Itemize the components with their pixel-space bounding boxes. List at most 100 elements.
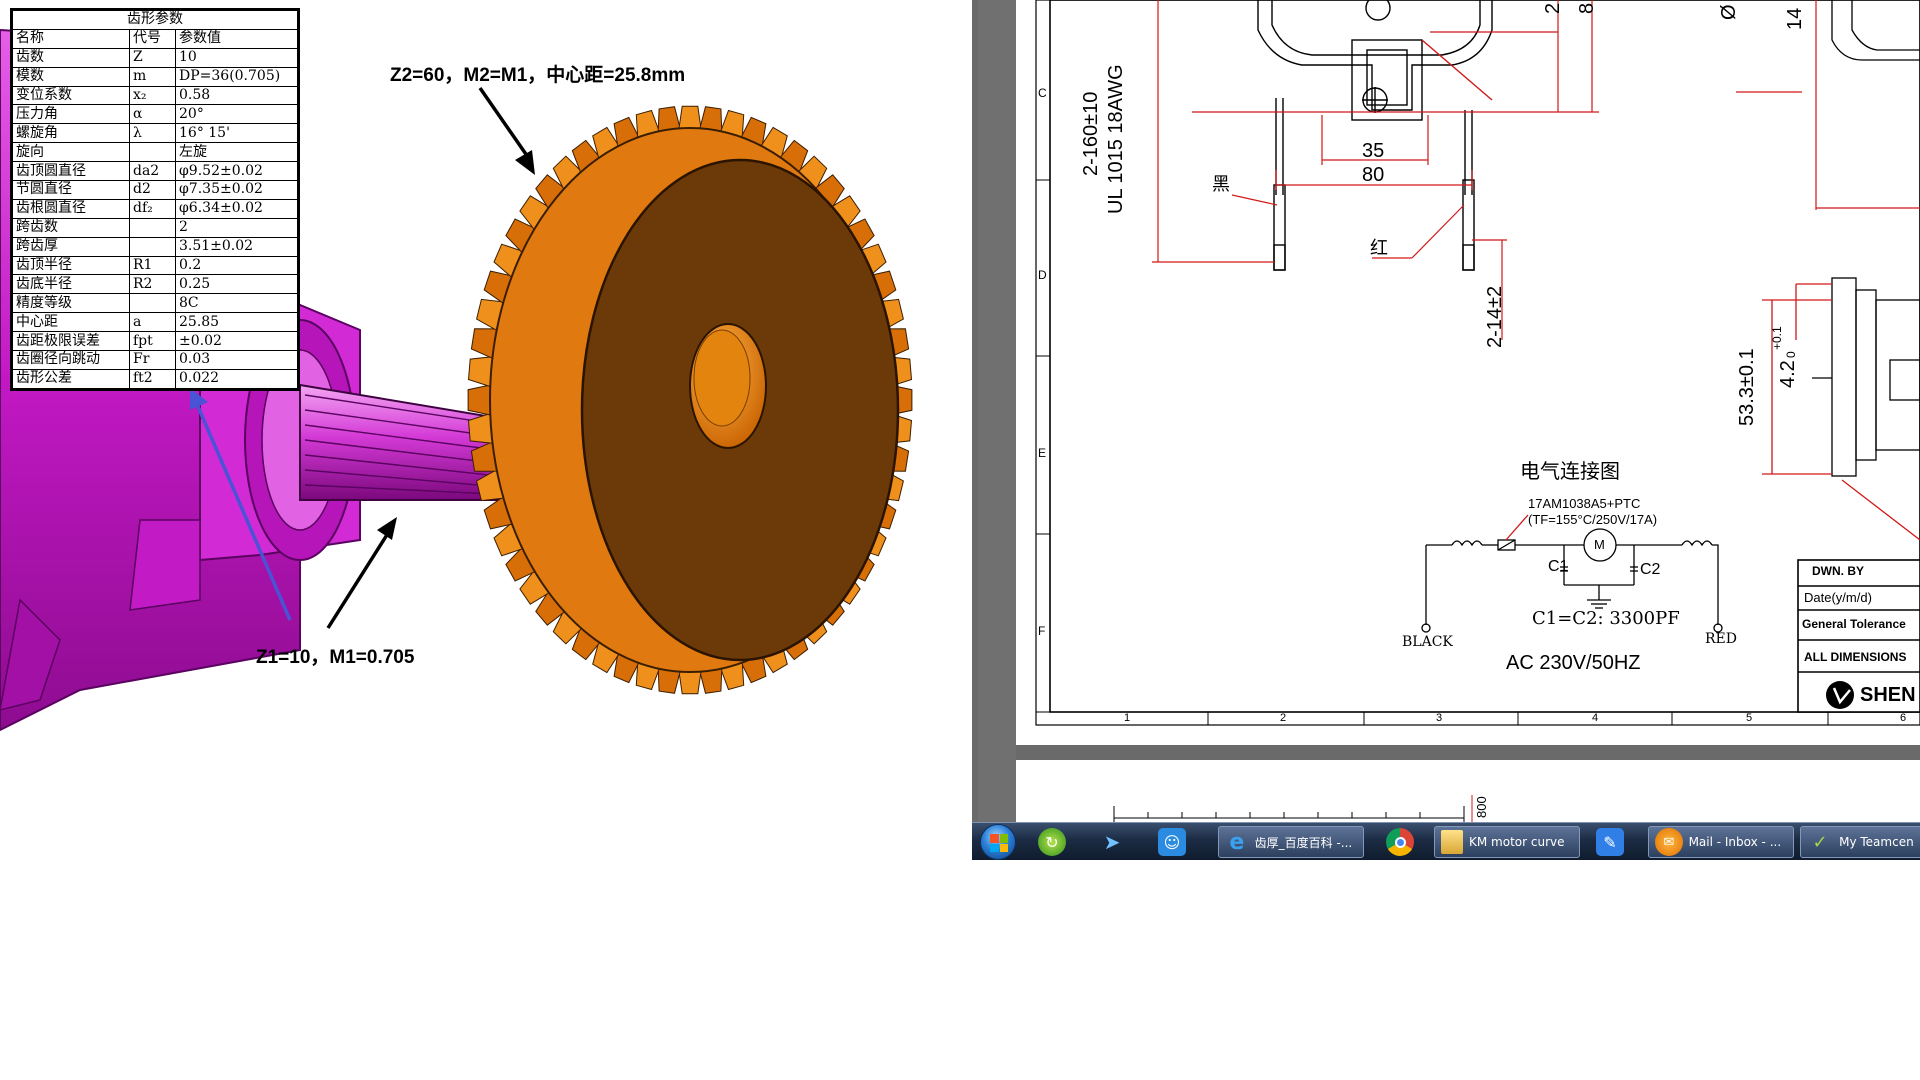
row-label-d: D — [1038, 268, 1047, 282]
param-symbol-cell: R1 — [129, 255, 176, 276]
param-value-cell: φ7.35±0.02 — [175, 180, 298, 200]
mail-icon: ✉ — [1655, 828, 1683, 856]
param-name-cell: 跨齿数 — [12, 217, 130, 238]
param-name-cell: 螺旋角 — [12, 123, 130, 144]
param-value-cell: 0.022 — [175, 368, 298, 389]
param-symbol-cell: α — [129, 104, 176, 125]
task-label: 齿厚_百度百科 -... — [1254, 835, 1353, 850]
task-teamcenter[interactable]: ✓ My Teamcen — [1800, 826, 1920, 858]
param-value-cell: 0.2 — [175, 255, 298, 276]
drawing-viewer-window: C D E F 1 2 3 4 5 6 2-160±10 UL 1015 18A… — [972, 0, 1920, 822]
company-logo — [1826, 681, 1854, 709]
table-row: 螺旋角 λ 16° 15' — [12, 123, 298, 144]
quicklaunch-green-app[interactable]: ↻ — [1032, 826, 1072, 858]
param-name-cell: 压力角 — [12, 104, 130, 125]
helical-gear — [467, 105, 913, 695]
param-symbol-cell: ft2 — [129, 368, 176, 389]
table-header-cell: 参数值 — [175, 28, 298, 49]
param-name-cell: 齿底半径 — [12, 274, 130, 295]
table-header-cell: 名称 — [12, 28, 130, 49]
param-name-cell: 中心距 — [12, 312, 130, 333]
pen-icon: ✎ — [1596, 828, 1624, 856]
internet-explorer-icon: e — [1229, 829, 1245, 855]
param-value-cell: φ9.52±0.02 — [175, 161, 298, 182]
dim-wire-spec: UL 1015 18AWG — [1105, 64, 1127, 214]
param-symbol-cell: a — [129, 312, 176, 333]
drawing-sheet-next — [1016, 760, 1920, 822]
param-name-cell: 齿顶半径 — [12, 255, 130, 276]
quicklaunch-pen-app[interactable]: ✎ — [1590, 826, 1630, 858]
task-folder-km-motor-curve[interactable]: KM motor curve — [1434, 826, 1580, 858]
param-name-cell: 模数 — [12, 66, 130, 87]
table-row: 旋向 左旋 — [12, 142, 298, 163]
table-row: 跨齿厚 3.51±0.02 — [12, 236, 298, 257]
row-label-f: F — [1038, 624, 1046, 638]
table-header-cell: 代号 — [129, 28, 176, 49]
task-internet-explorer[interactable]: e 齿厚_百度百科 -... — [1218, 826, 1364, 858]
title-block-drawn-by: DWN. BY — [1812, 564, 1864, 578]
table-row: 跨齿数 2 — [12, 217, 298, 238]
desktop-screen: Z2=60，M2=M1，中心距=25.8mm Z1=10，M1=0.705 齿形… — [0, 0, 1920, 1080]
param-value-cell: 0.25 — [175, 274, 298, 295]
ptc-rating: (TF=155°C/250V/17A) — [1528, 512, 1658, 527]
col-label-5: 5 — [1746, 712, 1753, 724]
param-name-cell: 旋向 — [12, 142, 130, 163]
dim-4-2-tolerance-lower: 0 — [1784, 351, 1798, 358]
dim-phi: Ø — [1718, 4, 1740, 20]
gear-tooth — [467, 384, 491, 416]
start-button[interactable] — [980, 824, 1016, 860]
param-value-cell: 0.03 — [175, 350, 298, 370]
param-symbol-cell: R2 — [129, 274, 176, 295]
param-symbol-cell — [129, 236, 176, 257]
param-symbol-cell — [129, 142, 176, 163]
col-label-2: 2 — [1280, 712, 1287, 724]
col-label-3: 3 — [1436, 712, 1443, 724]
param-value-cell: 左旋 — [175, 142, 298, 163]
teamcenter-icon: ✓ — [1812, 831, 1828, 853]
param-name-cell: 齿圈径向跳动 — [12, 350, 130, 370]
dim-800: 800 — [1474, 796, 1489, 818]
table-row: 压力角 α 20° — [12, 104, 298, 125]
dim-14: 14 — [1784, 7, 1806, 30]
param-value-cell: 25.85 — [175, 312, 298, 333]
col-label-6: 6 — [1900, 712, 1907, 724]
param-symbol-cell: fpt — [129, 331, 176, 352]
capacitor-value: C1=C2: 3300PF — [1532, 608, 1680, 629]
dim-4-2: 4.2 — [1777, 360, 1799, 388]
table-row: 齿顶圆直径 da2 φ9.52±0.02 — [12, 161, 298, 182]
quicklaunch-bird-app[interactable]: ➤ — [1092, 826, 1132, 858]
task-mail-inbox[interactable]: ✉ Mail - Inbox - ... — [1648, 826, 1794, 858]
quicklaunch-blue-app[interactable]: ☺ — [1152, 826, 1192, 858]
title-block-company: SHEN — [1860, 684, 1916, 706]
gear-annotation-z1: Z1=10，M1=0.705 — [256, 647, 415, 668]
param-name-cell: 变位系数 — [12, 85, 130, 106]
table-row: 齿距极限误差 fpt ±0.02 — [12, 331, 298, 352]
supply-voltage: AC 230V/50HZ — [1506, 652, 1641, 674]
param-value-cell: ±0.02 — [175, 331, 298, 352]
task-label: Mail - Inbox - ... — [1688, 835, 1782, 849]
param-symbol-cell: da2 — [129, 161, 176, 182]
dim-80: 80 — [1362, 164, 1385, 186]
param-symbol-cell: m — [129, 66, 176, 87]
blue-app-icon: ☺ — [1158, 828, 1186, 856]
row-label-c: C — [1038, 86, 1047, 100]
quicklaunch-chrome[interactable] — [1380, 826, 1420, 858]
gear-parameter-table: 齿形参数 名称 代号 参数值 齿数 Z 10 模数 m DP=36(0.705) 变位系数 x… — [10, 8, 300, 391]
param-value-cell: 2 — [175, 217, 298, 238]
param-value-cell: 10 — [175, 47, 298, 68]
table-row: 精度等级 8C — [12, 293, 298, 314]
param-symbol-cell: Fr — [129, 350, 176, 370]
dim-53-3: 53.3±0.1 — [1736, 348, 1758, 426]
table-row: 节圆直径 d2 φ7.35±0.02 — [12, 180, 298, 200]
gear-tooth — [678, 105, 702, 129]
param-symbol-cell: df₂ — [129, 198, 176, 219]
param-name-cell: 节圆直径 — [12, 180, 130, 200]
param-symbol-cell — [129, 293, 176, 314]
table-row: 齿数 Z 10 — [12, 47, 298, 68]
windows-logo-icon — [990, 834, 1008, 852]
title-block-tolerance: General Tolerance — [1802, 617, 1906, 631]
param-name-cell: 齿数 — [12, 47, 130, 68]
dim-top-2: 2 — [1542, 2, 1564, 14]
title-block-dimensions: ALL DIMENSIONS — [1804, 650, 1907, 664]
param-name-cell: 齿形公差 — [12, 368, 130, 389]
